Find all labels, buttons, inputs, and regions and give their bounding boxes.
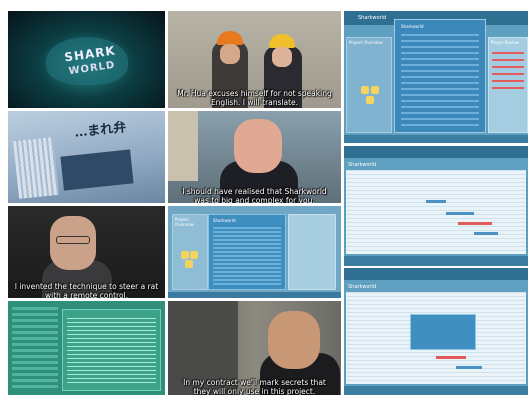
small-mid-list xyxy=(213,227,281,285)
app-bottom-bottom-bar xyxy=(344,386,528,395)
wall-shelf xyxy=(168,111,198,181)
green-document-tile xyxy=(8,301,165,395)
screenshot-frame: SHARK WORLD Mr. Hua excuses himself for … xyxy=(0,0,528,401)
green-doc-text xyxy=(67,318,156,386)
hexagon-icon xyxy=(190,251,198,259)
interview-hardhat-tile: Mr. Hua excuses himself for not speaking… xyxy=(168,11,341,108)
newspaper-columns xyxy=(13,137,59,199)
app-bottom-title: Sharkworld xyxy=(348,284,377,290)
popup-dialog xyxy=(410,314,476,350)
gantt-bar xyxy=(436,356,466,359)
sharkworld-mid-title: Sharkworld xyxy=(401,24,424,29)
app-mid-title: Sharkworld xyxy=(348,162,377,168)
gantt-row-lines xyxy=(346,170,526,254)
app-top-title: Sharkworld xyxy=(358,15,387,21)
small-left-panel-title: Project Overview xyxy=(175,217,194,227)
small-mid-panel-title: Sharkworld xyxy=(213,218,236,223)
face-oldman xyxy=(234,119,282,173)
gantt-bar xyxy=(426,200,446,203)
hexagon-icon xyxy=(181,251,189,259)
app-screen-bottom: Sharkworld xyxy=(344,268,528,395)
review-bars xyxy=(492,52,524,92)
small-mid-panel: Sharkworld xyxy=(208,214,286,290)
green-left-list xyxy=(12,307,58,391)
interview-oldman-tile: I should have realised that Sharkworld w… xyxy=(168,111,341,203)
green-doc-panel xyxy=(62,309,161,391)
gantt-bar xyxy=(456,366,482,369)
app-mid-header xyxy=(344,146,528,158)
project-overview-title: Project Overview xyxy=(349,40,383,45)
subtitle-2: I should have realised that Sharkworld w… xyxy=(182,187,327,203)
glasses xyxy=(56,236,90,244)
face-woman xyxy=(272,47,292,67)
app-screen-top: Sharkworld Project Overview Sharkworld P… xyxy=(344,11,528,143)
face-man xyxy=(220,44,240,64)
hexagon-icon xyxy=(366,96,374,104)
app-screen-small-tile: Project Overview Sharkworld xyxy=(168,206,341,298)
gantt-bar xyxy=(474,232,498,235)
player-review-title: Player Review xyxy=(491,40,519,45)
sharkworld-list xyxy=(401,34,479,126)
sharkworld-mid-panel: Sharkworld xyxy=(394,19,486,133)
face-closeup xyxy=(268,311,320,369)
app-bottom-gantt xyxy=(346,292,526,384)
hexagon-icon xyxy=(371,86,379,94)
gantt-bar xyxy=(446,212,474,215)
interview-glasses-tile: I invented the technique to steer a rat … xyxy=(8,206,165,298)
small-left-panel: Project Overview xyxy=(172,214,208,290)
subtitle-4: In my contract we'll mark secrets that t… xyxy=(183,378,326,395)
app-screen-middle: Sharkworld xyxy=(344,146,528,266)
newspaper-tile: …まれ弁 xyxy=(8,111,165,203)
app-mid-bottom-bar xyxy=(344,256,528,266)
interview-closeup-tile: In my contract we'll mark secrets that t… xyxy=(168,301,341,395)
small-right-panel xyxy=(288,214,336,290)
small-bottom-bar xyxy=(168,292,341,298)
subtitle-1: Mr. Hua excuses himself for not speaking… xyxy=(177,89,332,107)
hardhat-yellow xyxy=(269,34,295,48)
hardhat-orange xyxy=(217,31,243,45)
project-overview-panel: Project Overview xyxy=(346,37,392,133)
hexagon-icon xyxy=(361,86,369,94)
subtitle-3: I invented the technique to steer a rat … xyxy=(14,282,159,298)
gantt-bar xyxy=(458,222,492,225)
app-bottom-header xyxy=(344,268,528,280)
player-review-panel: Player Review xyxy=(488,37,528,133)
newspaper-photo xyxy=(60,149,134,191)
app-mid-gantt xyxy=(346,170,526,254)
shark-world-logo-tile: SHARK WORLD xyxy=(8,11,165,108)
hexagon-icon xyxy=(185,260,193,268)
app-top-bottom-bar xyxy=(344,135,528,143)
newspaper-headline: …まれ弁 xyxy=(73,120,127,141)
